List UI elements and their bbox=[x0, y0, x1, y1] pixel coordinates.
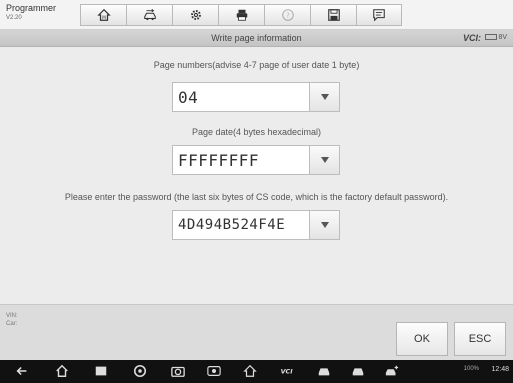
chevron-down-icon bbox=[320, 157, 329, 163]
vehicle-battery-status: 8V bbox=[485, 34, 507, 41]
app-version: V2.20 bbox=[6, 15, 22, 21]
page-numbers-label: Page numbers(advise 4-7 page of user dat… bbox=[153, 60, 360, 70]
programmer-screen: Programmer V2.20 M ? Write page informat… bbox=[0, 0, 513, 383]
battery-icon bbox=[485, 34, 498, 40]
message-button[interactable] bbox=[356, 4, 402, 26]
system-navigation-bar: VCI 100% 12:48 bbox=[0, 360, 513, 383]
vci-button[interactable]: VCI bbox=[276, 364, 298, 378]
page-title: Write page information bbox=[211, 33, 302, 43]
vehicle-menu-button[interactable] bbox=[350, 364, 366, 378]
password-dropdown-button[interactable] bbox=[309, 211, 339, 239]
password-value[interactable]: 4D494B524F4E bbox=[173, 217, 309, 233]
password-field[interactable]: 4D494B524F4E bbox=[172, 210, 340, 240]
recent-apps-icon bbox=[95, 366, 107, 376]
shop-manager-button[interactable] bbox=[316, 364, 332, 378]
vehicle-icon bbox=[318, 368, 330, 376]
home-icon bbox=[56, 364, 68, 377]
app-title: Programmer bbox=[6, 3, 57, 13]
esc-button[interactable]: ESC bbox=[454, 322, 506, 356]
help-icon: ? bbox=[281, 9, 294, 21]
page-numbers-dropdown-button[interactable] bbox=[309, 83, 339, 111]
screen-record-button[interactable] bbox=[206, 364, 222, 378]
chevron-down-icon bbox=[320, 94, 329, 100]
page-numbers-field[interactable]: 04 bbox=[172, 82, 340, 112]
bottom-action-bar: VIN: Car: OK ESC bbox=[0, 304, 513, 360]
svg-text:M: M bbox=[102, 15, 106, 21]
page-date-dropdown-button[interactable] bbox=[309, 146, 339, 174]
vin-label: VIN: bbox=[6, 313, 18, 319]
home-icon: M bbox=[96, 8, 111, 21]
page-date-label: Page date(4 bytes hexadecimal) bbox=[191, 127, 322, 137]
page-title-bar: Write page information VCI: 8V bbox=[0, 30, 513, 47]
settings-button[interactable] bbox=[172, 4, 218, 26]
recent-apps-button[interactable] bbox=[93, 364, 109, 378]
browser-button[interactable] bbox=[132, 364, 148, 378]
camera-button[interactable] bbox=[170, 364, 186, 378]
browser-icon bbox=[133, 364, 147, 378]
page-numbers-value[interactable]: 04 bbox=[173, 88, 309, 107]
page-date-field[interactable]: FFFFFFFF bbox=[172, 145, 340, 175]
screen-record-icon bbox=[207, 366, 221, 376]
android-home-button[interactable] bbox=[54, 364, 70, 378]
vehicle-swap-icon bbox=[143, 8, 156, 21]
help-button[interactable]: ? bbox=[264, 4, 310, 26]
top-toolbar: Programmer V2.20 M ? bbox=[0, 0, 513, 30]
car-plus-icon bbox=[385, 365, 399, 376]
camera-icon bbox=[171, 366, 185, 377]
vehicle-info: VIN: Car: bbox=[6, 312, 18, 328]
page-date-value[interactable]: FFFFFFFF bbox=[173, 151, 309, 170]
message-icon bbox=[373, 9, 385, 22]
print-button[interactable] bbox=[218, 4, 264, 26]
home-button[interactable]: M bbox=[80, 4, 126, 26]
vehicle-voltage: 8V bbox=[498, 34, 507, 41]
car-label: Car: bbox=[6, 321, 18, 327]
system-battery-level: 100% bbox=[463, 366, 479, 372]
maxisys-home-icon bbox=[243, 364, 257, 377]
form-content: Page numbers(advise 4-7 page of user dat… bbox=[0, 48, 513, 304]
back-button[interactable] bbox=[14, 364, 30, 378]
maxisys-home-button[interactable] bbox=[242, 364, 258, 378]
vehicle-swap-button[interactable] bbox=[126, 4, 172, 26]
save-button[interactable] bbox=[310, 4, 356, 26]
vci-icon: VCI bbox=[281, 369, 294, 376]
chevron-down-icon bbox=[320, 222, 329, 228]
save-icon bbox=[327, 9, 340, 21]
svg-text:VCI: VCI bbox=[281, 369, 294, 376]
quick-link-button[interactable] bbox=[384, 364, 400, 378]
print-icon bbox=[236, 9, 247, 21]
system-clock: 12:48 bbox=[491, 366, 509, 373]
back-arrow-icon bbox=[16, 366, 27, 376]
car-icon bbox=[352, 368, 364, 376]
toolbar-buttons: M ? bbox=[80, 4, 402, 26]
ok-button[interactable]: OK bbox=[396, 322, 448, 356]
password-label: Please enter the password (the last six … bbox=[64, 192, 449, 202]
gear-icon bbox=[190, 10, 201, 20]
vci-status-label: VCI: bbox=[463, 33, 481, 43]
svg-text:?: ? bbox=[286, 12, 290, 20]
